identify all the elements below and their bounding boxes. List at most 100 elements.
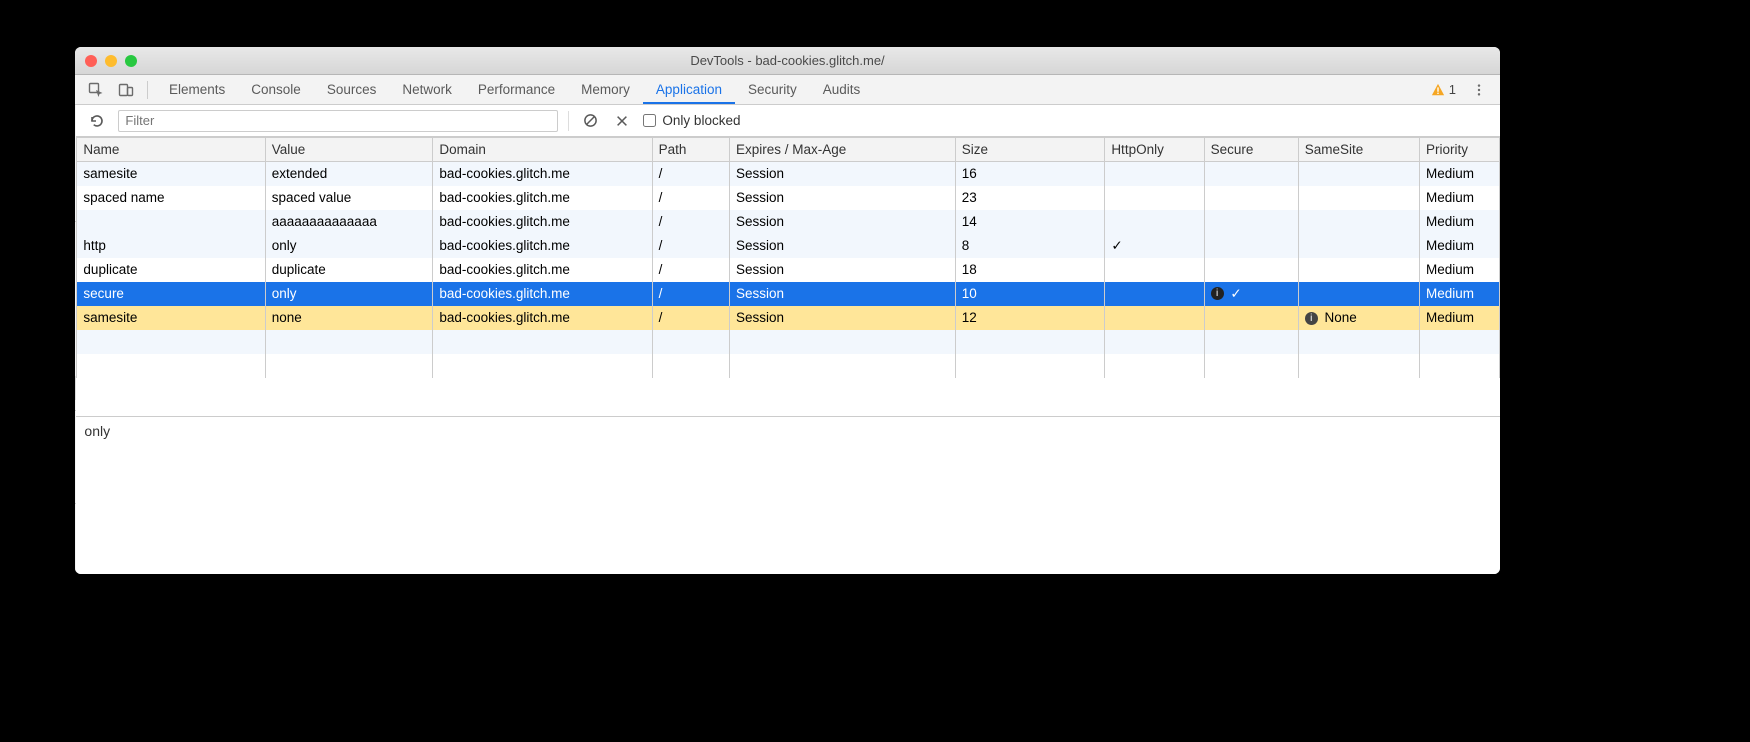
cookies-panel: Only blocked NameValueDomainPathExpires … bbox=[76, 105, 1500, 574]
only-blocked-input[interactable] bbox=[643, 114, 656, 127]
cell-samesite bbox=[1298, 186, 1419, 210]
table-row[interactable]: spaced namespaced valuebad-cookies.glitc… bbox=[77, 186, 1500, 210]
cell-empty bbox=[1204, 330, 1298, 354]
cell-samesite bbox=[1298, 282, 1419, 306]
col-domain[interactable]: Domain bbox=[433, 138, 652, 162]
clear-all-icon[interactable] bbox=[579, 110, 601, 132]
cell-secure bbox=[1204, 162, 1298, 186]
cell-size: 14 bbox=[955, 210, 1105, 234]
cell-size: 18 bbox=[955, 258, 1105, 282]
col-priority[interactable]: Priority bbox=[1420, 138, 1500, 162]
minimize-window-button[interactable] bbox=[105, 55, 117, 67]
refresh-icon[interactable] bbox=[86, 110, 108, 132]
cell-domain: bad-cookies.glitch.me bbox=[433, 306, 652, 330]
device-toolbar-icon[interactable] bbox=[113, 77, 139, 103]
cell-empty bbox=[1420, 330, 1500, 354]
tab-audits[interactable]: Audits bbox=[810, 75, 874, 104]
table-row[interactable]: aaaaaaaaaaaaaabad-cookies.glitch.me/Sess… bbox=[77, 210, 1500, 234]
cell-domain: bad-cookies.glitch.me bbox=[433, 234, 652, 258]
tab-elements[interactable]: Elements bbox=[156, 75, 238, 104]
tab-console[interactable]: Console bbox=[238, 75, 314, 104]
col-expires-max-age[interactable]: Expires / Max-Age bbox=[730, 138, 956, 162]
cell-size: 16 bbox=[955, 162, 1105, 186]
tab-sources[interactable]: Sources bbox=[314, 75, 390, 104]
info-icon: i bbox=[1305, 312, 1318, 325]
table-row[interactable]: samesiteextendedbad-cookies.glitch.me/Se… bbox=[77, 162, 1500, 186]
separator bbox=[568, 111, 569, 131]
cookie-detail-panel: only bbox=[76, 416, 1500, 574]
col-value[interactable]: Value bbox=[265, 138, 433, 162]
table-row[interactable]: samesitenonebad-cookies.glitch.me/Sessio… bbox=[77, 306, 1500, 330]
col-httponly[interactable]: HttpOnly bbox=[1105, 138, 1204, 162]
devtools-window: DevTools - bad-cookies.glitch.me/ Elemen… bbox=[75, 47, 1500, 574]
table-row-empty[interactable] bbox=[77, 330, 1500, 354]
tab-security[interactable]: Security bbox=[735, 75, 810, 104]
col-path[interactable]: Path bbox=[652, 138, 729, 162]
table-row[interactable]: httponlybad-cookies.glitch.me/Session8✓M… bbox=[77, 234, 1500, 258]
col-secure[interactable]: Secure bbox=[1204, 138, 1298, 162]
table-row[interactable]: duplicateduplicatebad-cookies.glitch.me/… bbox=[77, 258, 1500, 282]
only-blocked-label: Only blocked bbox=[662, 113, 740, 128]
cookies-table: NameValueDomainPathExpires / Max-AgeSize… bbox=[76, 137, 1500, 378]
more-options-icon[interactable] bbox=[1466, 77, 1492, 103]
close-window-button[interactable] bbox=[85, 55, 97, 67]
cookies-table-container[interactable]: NameValueDomainPathExpires / Max-AgeSize… bbox=[76, 137, 1500, 416]
cell-name: spaced name bbox=[77, 186, 265, 210]
only-blocked-checkbox[interactable]: Only blocked bbox=[643, 113, 740, 128]
tab-network[interactable]: Network bbox=[389, 75, 465, 104]
cell-expires: Session bbox=[730, 186, 956, 210]
cell-samesite bbox=[1298, 162, 1419, 186]
delete-selected-icon[interactable] bbox=[611, 110, 633, 132]
cell-secure bbox=[1204, 210, 1298, 234]
cell-priority: Medium bbox=[1420, 306, 1500, 330]
cell-empty bbox=[1298, 354, 1419, 378]
filter-input[interactable] bbox=[118, 110, 558, 132]
cell-size: 23 bbox=[955, 186, 1105, 210]
cell-priority: Medium bbox=[1420, 282, 1500, 306]
cell-priority: Medium bbox=[1420, 234, 1500, 258]
tab-performance[interactable]: Performance bbox=[465, 75, 568, 104]
cell-samesite bbox=[1298, 258, 1419, 282]
tab-application[interactable]: Application bbox=[643, 75, 735, 104]
cell-domain: bad-cookies.glitch.me bbox=[433, 258, 652, 282]
cell-priority: Medium bbox=[1420, 210, 1500, 234]
traffic-lights bbox=[75, 55, 137, 67]
inspect-element-icon[interactable] bbox=[83, 77, 109, 103]
cell-expires: Session bbox=[730, 210, 956, 234]
col-size[interactable]: Size bbox=[955, 138, 1105, 162]
cell-empty bbox=[955, 330, 1105, 354]
col-samesite[interactable]: SameSite bbox=[1298, 138, 1419, 162]
separator bbox=[147, 81, 148, 99]
cell-empty bbox=[433, 330, 652, 354]
cell-empty bbox=[1420, 354, 1500, 378]
table-row[interactable]: secureonlybad-cookies.glitch.me/Session1… bbox=[77, 282, 1500, 306]
cell-empty bbox=[1105, 330, 1204, 354]
cell-expires: Session bbox=[730, 162, 956, 186]
cell-path: / bbox=[652, 282, 729, 306]
cell-domain: bad-cookies.glitch.me bbox=[433, 186, 652, 210]
cell-empty bbox=[1298, 330, 1419, 354]
cell-expires: Session bbox=[730, 258, 956, 282]
window-titlebar: DevTools - bad-cookies.glitch.me/ bbox=[75, 47, 1500, 75]
table-row-empty[interactable] bbox=[77, 354, 1500, 378]
cell-httponly bbox=[1105, 282, 1204, 306]
tab-memory[interactable]: Memory bbox=[568, 75, 643, 104]
cell-samesite bbox=[1298, 234, 1419, 258]
window-title: DevTools - bad-cookies.glitch.me/ bbox=[75, 53, 1500, 68]
cell-size: 12 bbox=[955, 306, 1105, 330]
cell-samesite: i None bbox=[1298, 306, 1419, 330]
col-name[interactable]: Name bbox=[77, 138, 265, 162]
zoom-window-button[interactable] bbox=[125, 55, 137, 67]
cookies-toolbar: Only blocked bbox=[76, 105, 1500, 137]
cell-path: / bbox=[652, 210, 729, 234]
cell-httponly bbox=[1105, 210, 1204, 234]
cell-value: spaced value bbox=[265, 186, 433, 210]
cell-empty bbox=[1204, 354, 1298, 378]
cell-empty bbox=[730, 330, 956, 354]
warnings-badge[interactable]: 1 bbox=[1431, 82, 1456, 97]
cell-value: extended bbox=[265, 162, 433, 186]
cell-empty bbox=[652, 354, 729, 378]
cell-path: / bbox=[652, 234, 729, 258]
cell-domain: bad-cookies.glitch.me bbox=[433, 210, 652, 234]
cell-name: http bbox=[77, 234, 265, 258]
